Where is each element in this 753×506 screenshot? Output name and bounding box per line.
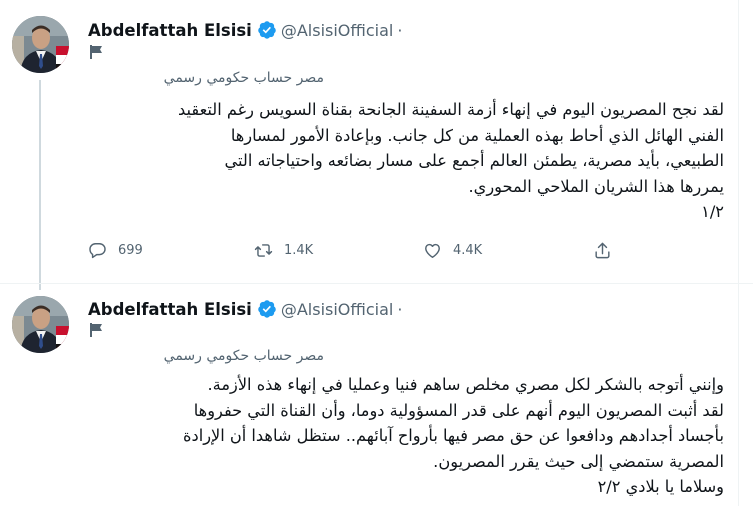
flag-icon bbox=[90, 323, 102, 337]
author-handle[interactable]: @AlsisiOfficial bbox=[281, 21, 394, 40]
tweet-text-line: وإنني أتوجه بالشكر لكل مصري مخلص ساهم فن… bbox=[207, 375, 724, 394]
reply-button[interactable]: 699 bbox=[88, 236, 143, 264]
like-count: 4.4K bbox=[453, 242, 483, 258]
retweet-count: 1.4K bbox=[284, 242, 314, 258]
tweet-actions: 699 1.4K 4.4K bbox=[88, 236, 648, 264]
reply-icon bbox=[89, 242, 106, 258]
retweet-icon bbox=[254, 243, 273, 257]
avatar[interactable] bbox=[12, 296, 69, 353]
timeline: Abdelfattah Elsisi @AlsisiOfficial · مصر… bbox=[0, 0, 753, 506]
header-separator: · bbox=[397, 299, 403, 319]
verified-badge-icon bbox=[258, 21, 276, 39]
flag-icon bbox=[90, 45, 102, 59]
tweet-header: Abdelfattah Elsisi @AlsisiOfficial · bbox=[88, 297, 402, 321]
tweet-text-line: لقد نجح المصريون اليوم في إنهاء أزمة الس… bbox=[178, 100, 724, 119]
tweet-text-line: الطبيعي، بأيد مصرية، يطمئن العالم أجمع ع… bbox=[224, 151, 724, 170]
like-icon bbox=[425, 243, 440, 258]
tweet-text-line: يمررها هذا الشريان الملاحي المحوري. bbox=[468, 176, 725, 196]
share-button[interactable] bbox=[593, 236, 612, 264]
header-separator: · bbox=[397, 20, 403, 40]
government-account-label[interactable]: مصر حساب حكومي رسمي bbox=[88, 348, 324, 364]
tweet-text-line: ١/٢ bbox=[701, 202, 724, 221]
tweet-text-line: بأجساد أجدادهم ودافعوا عن حق مصر فيها بأ… bbox=[183, 426, 724, 445]
tweet-text-line: وسلاما يا بلادي ٢/٢ bbox=[597, 477, 724, 496]
tweet-text: وإنني أتوجه بالشكر لكل مصري مخلص ساهم فن… bbox=[88, 372, 724, 500]
tweet[interactable]: Abdelfattah Elsisi @AlsisiOfficial · مصر… bbox=[0, 0, 740, 290]
thread-connector bbox=[39, 80, 41, 290]
retweet-button[interactable]: 1.4K bbox=[254, 236, 313, 264]
author-handle[interactable]: @AlsisiOfficial bbox=[281, 300, 394, 319]
avatar[interactable] bbox=[12, 16, 69, 73]
author-name[interactable]: Abdelfattah Elsisi bbox=[88, 21, 252, 40]
like-button[interactable]: 4.4K bbox=[423, 236, 482, 264]
tweet-text-line: المصرية ستمضي إلى حيث يقرر المصريون. bbox=[433, 451, 724, 471]
government-account-label[interactable]: مصر حساب حكومي رسمي bbox=[88, 70, 324, 86]
author-name[interactable]: Abdelfattah Elsisi bbox=[88, 300, 252, 319]
tweet-header: Abdelfattah Elsisi @AlsisiOfficial · bbox=[88, 18, 402, 42]
tweet-text-line: الفني الهائل الذي أحاط بهذه العملية من ك… bbox=[230, 125, 724, 145]
tweet-text-line: لقد أثبت المصريون اليوم أنهم على قدر الم… bbox=[193, 400, 724, 420]
reply-count: 699 bbox=[118, 242, 143, 258]
share-icon bbox=[595, 242, 610, 258]
tweet-text: لقد نجح المصريون اليوم في إنهاء أزمة الس… bbox=[88, 97, 724, 225]
verified-badge-icon bbox=[258, 300, 276, 318]
